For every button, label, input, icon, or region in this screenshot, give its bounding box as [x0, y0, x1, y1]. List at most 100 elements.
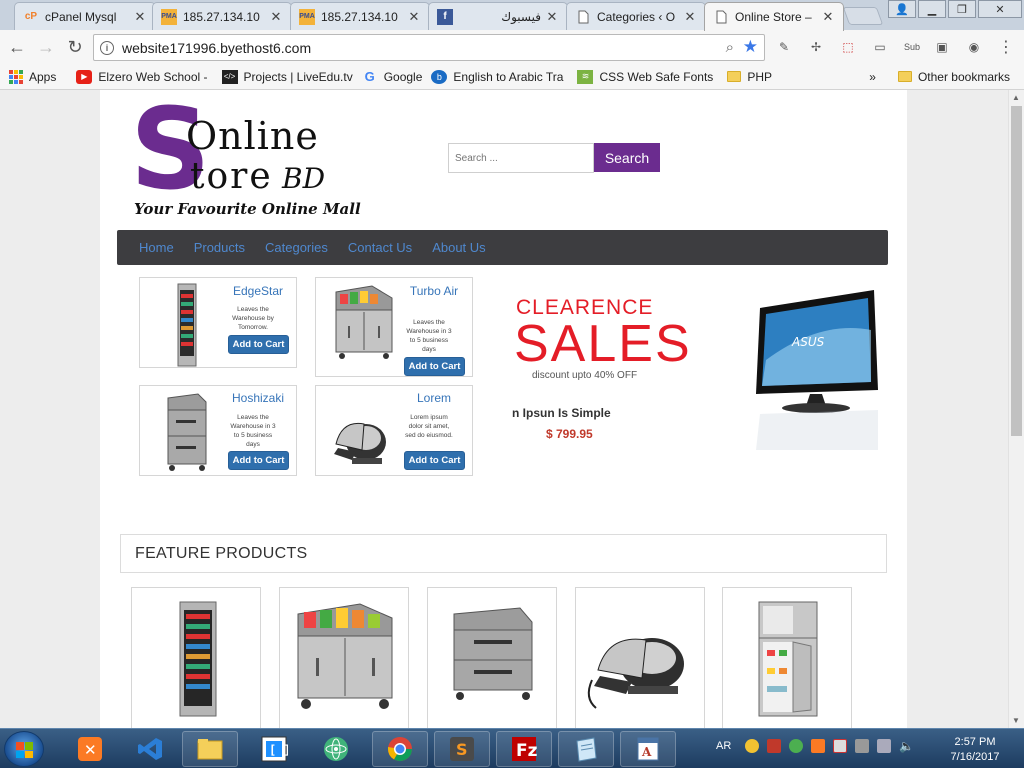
new-tab-button[interactable]	[842, 7, 884, 25]
close-window-button[interactable]: ✕	[978, 0, 1022, 18]
feature-product-card[interactable]	[575, 587, 705, 728]
close-tab-icon[interactable]: ✕	[407, 9, 421, 25]
close-tab-icon[interactable]: ✕	[683, 9, 697, 25]
wordpad-icon[interactable]: A	[620, 731, 676, 767]
cast-icon[interactable]: ▭	[870, 38, 890, 56]
volume-icon[interactable]: 🔈	[899, 739, 914, 753]
tab-cpanel[interactable]: cP cPanel Mysql ✕	[14, 2, 156, 30]
svg-text:Fz: Fz	[516, 741, 538, 761]
svg-text:A: A	[641, 745, 652, 759]
tab-categories[interactable]: Categories ‹ O ✕	[566, 2, 706, 30]
tab-online-store[interactable]: Online Store – ✕	[704, 2, 844, 31]
bookmark-apps[interactable]: Apps	[9, 69, 56, 84]
product-name[interactable]: Lorem	[402, 392, 466, 405]
xampp-icon[interactable]: ✕	[62, 731, 118, 767]
feature-product-card[interactable]	[722, 587, 852, 728]
tab-phpmyadmin-1[interactable]: PMA 185.27.134.10 ✕	[152, 2, 292, 30]
product-card: Lorem Lorem ipsum dolor sit amet, sed do…	[315, 385, 473, 476]
bookmark-php[interactable]: PHP	[727, 70, 772, 84]
screencast-icon[interactable]	[767, 739, 782, 753]
extension-icon[interactable]: ▣	[932, 38, 952, 56]
network-icon[interactable]	[877, 739, 892, 753]
brackets-icon[interactable]: [ ]	[246, 731, 302, 767]
logo-online: Online	[186, 114, 319, 158]
nav-products[interactable]: Products	[194, 240, 245, 255]
atom-icon[interactable]	[308, 731, 364, 767]
bookmark-google[interactable]: G Google	[362, 69, 423, 84]
bookmark-liveedu[interactable]: </> Projects | LiveEdu.tv	[221, 69, 353, 84]
promo-banner[interactable]: CLEARENCE SALES discount upto 40% OFF n …	[500, 280, 890, 470]
device-icon[interactable]	[855, 739, 870, 753]
notepad-icon[interactable]	[558, 731, 614, 767]
system-clock[interactable]: 2:57 PM 7/16/2017	[940, 735, 1010, 765]
add-to-cart-button[interactable]: Add to Cart	[228, 451, 289, 470]
security-icon[interactable]	[789, 739, 804, 753]
extension-icon[interactable]: ◉	[964, 38, 984, 56]
page-scrollbar[interactable]: ▲ ▼	[1008, 90, 1024, 728]
nav-home[interactable]: Home	[139, 240, 174, 255]
nav-contact-us[interactable]: Contact Us	[348, 240, 412, 255]
product-name[interactable]: EdgeStar	[226, 285, 290, 298]
bookmark-translate[interactable]: b English to Arabic Tra	[431, 69, 563, 84]
help-icon[interactable]	[745, 739, 760, 753]
filezilla-icon[interactable]: Fz	[496, 731, 552, 767]
start-button[interactable]	[4, 731, 44, 767]
zoom-icon[interactable]: ⌕	[726, 39, 734, 56]
bookmark-star-icon[interactable]: ★	[743, 37, 758, 57]
menu-icon[interactable]: ⋮	[996, 38, 1016, 56]
maximize-button[interactable]: ❐	[948, 0, 976, 18]
pdf-icon[interactable]: ⬚	[838, 38, 858, 56]
language-indicator[interactable]: AR	[716, 740, 731, 752]
fridge-image	[177, 283, 197, 367]
add-to-cart-button[interactable]: Add to Cart	[404, 357, 465, 376]
address-text: website171996.byethost6.com	[122, 39, 312, 56]
bookmark-css-fonts[interactable]: ≋ CSS Web Safe Fonts	[577, 69, 713, 84]
more-bookmarks-button[interactable]: »	[869, 70, 876, 84]
chrome-icon[interactable]	[372, 731, 428, 767]
site-logo[interactable]: S Online tore BD Your Favourite Online M…	[130, 94, 380, 223]
product-name[interactable]: Turbo Air	[402, 285, 466, 298]
add-to-cart-button[interactable]: Add to Cart	[404, 451, 465, 470]
product-name[interactable]: Hoshizaki	[226, 392, 290, 405]
banner-discount: discount upto 40% OFF	[532, 370, 638, 381]
scrollbar-thumb[interactable]	[1011, 106, 1022, 436]
info-icon[interactable]: i	[100, 40, 114, 55]
back-icon[interactable]: ←	[5, 35, 29, 59]
close-tab-icon[interactable]: ✕	[133, 9, 147, 25]
tab-facebook[interactable]: f فيسبوك ✕	[428, 2, 568, 30]
search-input[interactable]	[448, 143, 594, 173]
minimize-button[interactable]: ▁	[918, 0, 946, 18]
feature-product-card[interactable]	[427, 587, 557, 728]
bookmark-elzero[interactable]: ▶ Elzero Web School -	[76, 69, 208, 84]
reload-icon[interactable]: ↻	[63, 35, 87, 59]
eyedropper-icon[interactable]: ✎	[774, 38, 794, 56]
forward-icon[interactable]: →	[34, 35, 58, 59]
tab-phpmyadmin-2[interactable]: PMA 185.27.134.10 ✕	[290, 2, 430, 30]
steam-iron-image	[587, 638, 684, 709]
add-to-cart-button[interactable]: Add to Cart	[228, 335, 289, 354]
close-tab-icon[interactable]: ✕	[269, 9, 283, 25]
user-icon[interactable]: 👤	[888, 0, 916, 18]
scroll-up-icon[interactable]: ▲	[1012, 93, 1020, 102]
nav-about-us[interactable]: About Us	[432, 240, 485, 255]
nav-categories[interactable]: Categories	[265, 240, 328, 255]
product-card: EdgeStar Leaves the Warehouse by Tomorro…	[139, 277, 297, 368]
visual-studio-code-icon[interactable]	[122, 731, 178, 767]
feature-product-card[interactable]	[131, 587, 261, 728]
search-button[interactable]: Search	[594, 143, 660, 172]
close-tab-icon[interactable]: ✕	[821, 9, 835, 25]
close-tab-icon[interactable]: ✕	[545, 9, 559, 25]
extension-icon[interactable]: ✢	[806, 38, 826, 56]
xampp-tray-icon[interactable]	[811, 739, 826, 753]
product-card: Turbo Air Leaves the Warehouse in 3 to 5…	[315, 277, 473, 377]
flag-icon[interactable]	[833, 739, 848, 753]
file-explorer-icon[interactable]	[182, 731, 238, 767]
feature-product-card[interactable]	[279, 587, 409, 728]
logo-tagline: Your Favourite Online Mall	[134, 200, 361, 218]
scroll-down-icon[interactable]: ▼	[1012, 716, 1020, 725]
main-nav: Home Products Categories Contact Us Abou…	[117, 230, 888, 265]
bookmark-other[interactable]: Other bookmarks	[897, 70, 1010, 84]
address-bar[interactable]: i website171996.byethost6.com ⌕ ★	[93, 34, 765, 61]
sublime-text-icon[interactable]: S	[434, 731, 490, 767]
subtitle-icon[interactable]: Sub	[902, 38, 922, 56]
